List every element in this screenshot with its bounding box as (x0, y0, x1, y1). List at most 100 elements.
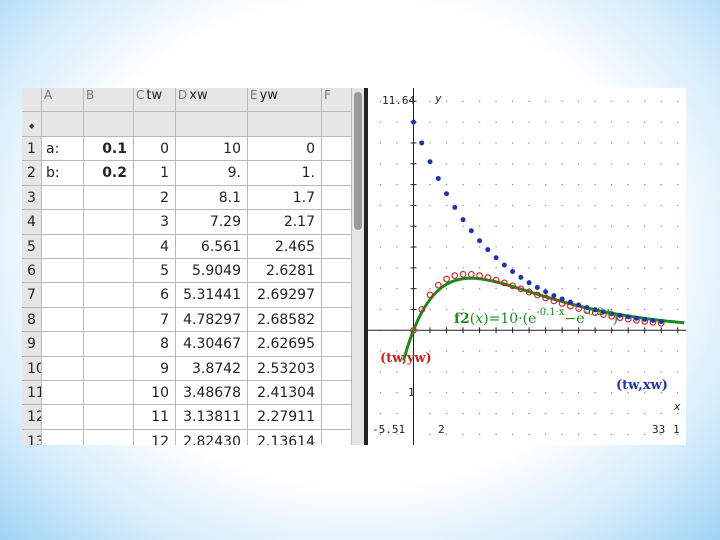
row-header[interactable]: 4 (22, 210, 42, 235)
cell-c3[interactable]: 2 (134, 185, 176, 211)
row-header[interactable]: 2 (22, 161, 42, 186)
cell-e12[interactable]: 2.27911 (248, 405, 322, 430)
cell-b12[interactable] (84, 405, 134, 430)
cell-c13[interactable]: 12 (134, 429, 176, 445)
cell-f7[interactable] (322, 283, 352, 308)
cell-e8[interactable]: 2.68582 (248, 307, 322, 333)
point-tw-xw[interactable] (427, 159, 433, 165)
cell-c9[interactable]: 8 (134, 332, 176, 357)
cell-b5[interactable] (84, 234, 134, 259)
cell-c7[interactable]: 6 (134, 283, 176, 308)
point-tw-xw[interactable] (493, 255, 499, 261)
point-tw-xw[interactable] (460, 217, 466, 223)
point-tw-xw[interactable] (567, 299, 573, 305)
cell-a7[interactable] (42, 283, 84, 308)
cell-d6[interactable]: 5.9049 (176, 259, 248, 284)
cell-f4[interactable] (322, 210, 352, 235)
cell-d12[interactable]: 3.13811 (176, 405, 248, 430)
cell-c2[interactable]: 1 (134, 161, 176, 186)
point-tw-xw[interactable] (526, 280, 532, 286)
row-header[interactable]: 1 (22, 137, 42, 162)
cell-a9[interactable] (42, 332, 84, 357)
cell-d8[interactable]: 4.78297 (176, 307, 248, 333)
cell-d4[interactable]: 7.29 (176, 210, 248, 235)
cell-a5[interactable] (42, 234, 84, 259)
cell-a12[interactable] (42, 405, 84, 430)
cell-c4[interactable]: 3 (134, 210, 176, 235)
cell-a6[interactable] (42, 259, 84, 284)
point-tw-xw[interactable] (534, 284, 540, 290)
point-tw-xw[interactable] (510, 269, 516, 275)
series-label-tw-xw[interactable]: (tw,xw) (616, 378, 668, 393)
cell-e13[interactable]: 2.13614 (248, 429, 322, 445)
formula-corner[interactable]: ◆ (22, 112, 42, 137)
cell-a4[interactable] (42, 210, 84, 235)
row-header[interactable]: 13 (22, 429, 42, 445)
cell-e5[interactable]: 2.465 (248, 234, 322, 259)
point-tw-yw[interactable] (443, 275, 450, 283)
point-tw-xw[interactable] (477, 238, 483, 244)
point-tw-xw[interactable] (468, 228, 474, 234)
cell-c10[interactable]: 9 (134, 356, 176, 381)
point-tw-yw[interactable] (434, 281, 442, 289)
point-tw-xw[interactable] (576, 302, 582, 308)
row-header[interactable]: 11 (22, 381, 42, 406)
point-tw-xw[interactable] (444, 191, 450, 197)
graph-canvas[interactable]: 11.64 y 1 -5.51 2 33 1 x f2(x)=10·(e-0.1… (368, 88, 686, 445)
point-tw-xw[interactable] (419, 140, 425, 146)
formula-cell-b[interactable] (84, 112, 134, 137)
point-tw-xw[interactable] (551, 293, 557, 299)
point-tw-xw[interactable] (642, 316, 648, 322)
cell-d13[interactable]: 2.82430 (176, 429, 248, 445)
cell-b6[interactable] (84, 259, 134, 284)
cell-f2[interactable] (322, 161, 352, 186)
cell-a10[interactable] (42, 356, 84, 381)
row-header[interactable]: 8 (22, 307, 42, 333)
point-tw-xw[interactable] (518, 274, 524, 280)
point-tw-xw[interactable] (658, 318, 664, 324)
cell-f9[interactable] (322, 332, 352, 357)
point-tw-yw[interactable] (451, 272, 459, 279)
cell-b2[interactable]: 0.2 (84, 161, 134, 186)
point-tw-xw[interactable] (625, 314, 631, 320)
formula-cell-d[interactable] (176, 112, 248, 137)
cell-b4[interactable] (84, 210, 134, 235)
cell-d10[interactable]: 3.8742 (176, 356, 248, 381)
spreadsheet-scrollbar[interactable] (352, 88, 364, 445)
cell-f12[interactable] (322, 405, 352, 430)
cell-f11[interactable] (322, 381, 352, 406)
scrollbar-thumb[interactable] (354, 92, 362, 230)
point-tw-yw[interactable] (467, 271, 475, 278)
cell-a3[interactable] (42, 185, 84, 211)
cell-a8[interactable] (42, 307, 84, 333)
row-header[interactable]: 10 (22, 356, 42, 381)
cell-c5[interactable]: 4 (134, 234, 176, 259)
cell-b10[interactable] (84, 356, 134, 381)
cell-e11[interactable]: 2.41304 (248, 381, 322, 406)
point-tw-xw[interactable] (485, 247, 491, 253)
formula-cell-e[interactable] (248, 112, 322, 137)
point-tw-xw[interactable] (650, 317, 656, 323)
cell-c11[interactable]: 10 (134, 381, 176, 406)
cell-f6[interactable] (322, 259, 352, 284)
cell-f1[interactable] (322, 137, 352, 162)
cell-f10[interactable] (322, 356, 352, 381)
cell-d5[interactable]: 6.561 (176, 234, 248, 259)
formula-cell-a[interactable] (42, 112, 84, 137)
cell-c12[interactable]: 11 (134, 405, 176, 430)
cell-e4[interactable]: 2.17 (248, 210, 322, 235)
cell-b11[interactable] (84, 381, 134, 406)
cell-e7[interactable]: 2.69297 (248, 283, 322, 308)
point-tw-yw[interactable] (459, 270, 467, 278)
cell-a11[interactable] (42, 381, 84, 406)
point-tw-xw[interactable] (617, 312, 623, 318)
cell-a1[interactable]: a: (42, 137, 84, 162)
column-header-d[interactable]: Dxw (176, 88, 248, 112)
cell-c8[interactable]: 7 (134, 307, 176, 333)
cell-f3[interactable] (322, 185, 352, 211)
formula-cell-f[interactable] (322, 112, 352, 137)
cell-f13[interactable] (322, 429, 352, 445)
cell-a2[interactable]: b: (42, 161, 84, 186)
graph-panel[interactable]: 11.64 y 1 -5.51 2 33 1 x f2(x)=10·(e-0.1… (368, 88, 686, 445)
row-header[interactable]: 6 (22, 259, 42, 284)
